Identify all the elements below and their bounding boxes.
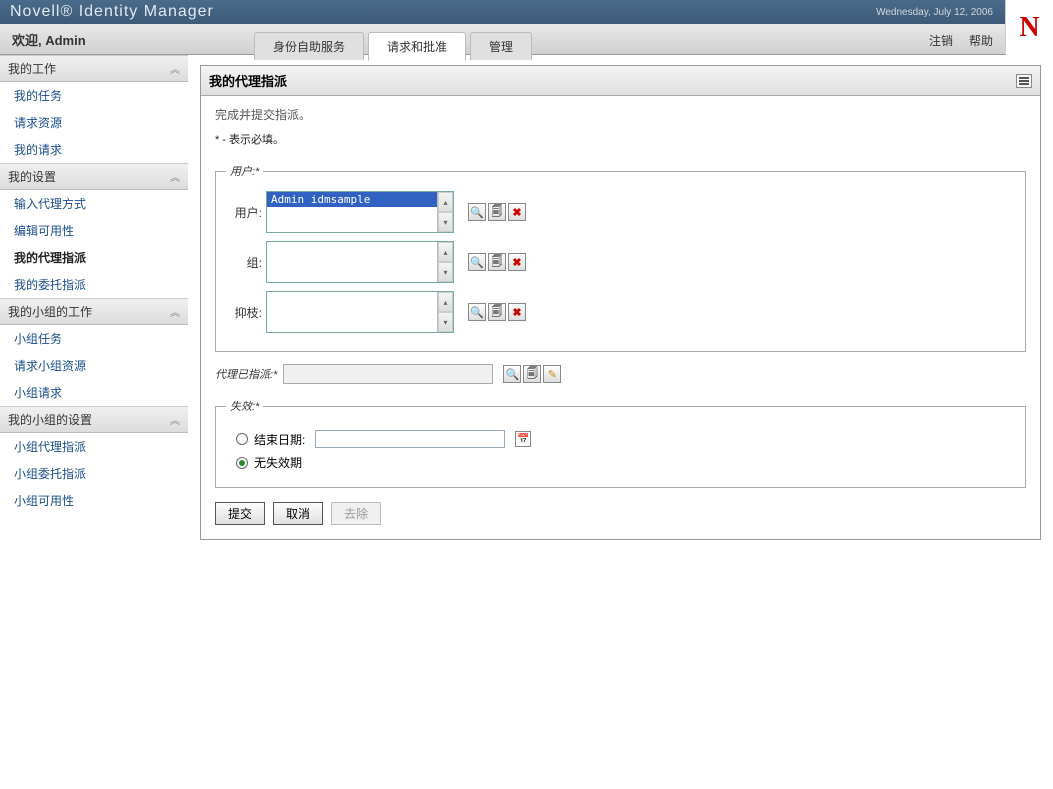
remove-button[interactable]: 去除 bbox=[331, 502, 381, 525]
sidebar-section-label: 我的小组的设置 bbox=[8, 411, 92, 428]
welcome-bar: 欢迎, Admin 身份自助服务 请求和批准 管理 注销 帮助 bbox=[0, 24, 1053, 55]
nav-enter-proxy-mode[interactable]: 输入代理方式 bbox=[0, 190, 188, 217]
cancel-button[interactable]: 取消 bbox=[273, 502, 323, 525]
nav-request-team-resource[interactable]: 请求小组资源 bbox=[0, 352, 188, 379]
calendar-icon[interactable]: 📅 bbox=[515, 431, 531, 447]
submit-button[interactable]: 提交 bbox=[215, 502, 265, 525]
history-icon[interactable]: 🗐 bbox=[488, 303, 506, 321]
nav-team-tasks[interactable]: 小组任务 bbox=[0, 325, 188, 352]
search-icon[interactable]: 🔍 bbox=[468, 303, 486, 321]
user-selected-item[interactable]: Admin idmsample bbox=[267, 192, 437, 207]
user-fieldset-legend: 用户:* bbox=[226, 163, 263, 179]
nav-team-proxy-assignments[interactable]: 小组代理指派 bbox=[0, 433, 188, 460]
scroll-up-icon[interactable]: ▴ bbox=[438, 292, 453, 312]
collapse-icon[interactable]: ︽ bbox=[170, 304, 180, 319]
tab-admin[interactable]: 管理 bbox=[470, 32, 532, 60]
sidebar-section-team-work[interactable]: 我的小组的工作 ︽ bbox=[0, 298, 188, 325]
user-label: 用户: bbox=[226, 204, 266, 221]
collapse-icon[interactable]: ︽ bbox=[170, 61, 180, 76]
tab-requests-approvals[interactable]: 请求和批准 bbox=[368, 32, 466, 61]
nav-my-tasks[interactable]: 我的任务 bbox=[0, 82, 188, 109]
search-icon[interactable]: 🔍 bbox=[468, 203, 486, 221]
no-expiry-label: 无失效期 bbox=[254, 454, 302, 471]
user-listbox[interactable]: Admin idmsample ▴ ▾ bbox=[266, 191, 454, 233]
main-panel: 我的代理指派 完成并提交指派。 * - 表示必填。 用户:* 用户: Admin… bbox=[200, 65, 1041, 540]
sidebar-section-my-settings[interactable]: 我的设置 ︽ bbox=[0, 163, 188, 190]
scroll-up-icon[interactable]: ▴ bbox=[438, 242, 453, 262]
sidebar-section-label: 我的小组的工作 bbox=[8, 303, 92, 320]
panel-title: 我的代理指派 bbox=[209, 71, 287, 90]
user-fieldset: 用户:* 用户: Admin idmsample ▴ ▾ bbox=[215, 163, 1026, 352]
app-title: Novell® Identity Manager bbox=[10, 3, 214, 21]
help-link[interactable]: 帮助 bbox=[969, 32, 993, 49]
end-date-label: 结束日期: bbox=[254, 431, 305, 448]
edit-icon[interactable]: ✎ bbox=[543, 365, 561, 383]
nav-edit-availability[interactable]: 编辑可用性 bbox=[0, 217, 188, 244]
panel-header: 我的代理指派 bbox=[201, 66, 1040, 96]
date-text: Wednesday, July 12, 2006 bbox=[876, 7, 993, 18]
end-date-radio[interactable] bbox=[236, 433, 248, 445]
tab-identity-self-service[interactable]: 身份自助服务 bbox=[254, 32, 364, 60]
search-icon[interactable]: 🔍 bbox=[503, 365, 521, 383]
nav-my-requests[interactable]: 我的请求 bbox=[0, 136, 188, 163]
history-icon[interactable]: 🗐 bbox=[523, 365, 541, 383]
group-listbox[interactable]: ▴ ▾ bbox=[266, 241, 454, 283]
nav-team-requests[interactable]: 小组请求 bbox=[0, 379, 188, 406]
nav-my-delegate-assignments[interactable]: 我的委托指派 bbox=[0, 271, 188, 298]
required-note: * - 表示必填。 bbox=[215, 131, 1026, 147]
top-bar: Novell® Identity Manager Wednesday, July… bbox=[0, 0, 1053, 24]
expiry-fieldset: 失效:* 结束日期: 📅 无失效期 bbox=[215, 398, 1026, 488]
main-tabs: 身份自助服务 请求和批准 管理 bbox=[254, 31, 536, 60]
nav-team-availability[interactable]: 小组可用性 bbox=[0, 487, 188, 514]
novell-logo: N bbox=[1005, 0, 1053, 55]
collapse-icon[interactable]: ︽ bbox=[170, 169, 180, 184]
no-expiry-radio[interactable] bbox=[236, 457, 248, 469]
nav-request-resource[interactable]: 请求资源 bbox=[0, 109, 188, 136]
delete-icon[interactable]: ✖ bbox=[508, 253, 526, 271]
welcome-text: 欢迎, Admin bbox=[0, 30, 86, 49]
scroll-down-icon[interactable]: ▾ bbox=[438, 262, 453, 282]
logout-link[interactable]: 注销 bbox=[929, 32, 953, 49]
content-area: 我的代理指派 完成并提交指派。 * - 表示必填。 用户:* 用户: Admin… bbox=[188, 55, 1053, 550]
container-listbox[interactable]: ▴ ▾ bbox=[266, 291, 454, 333]
scroll-up-icon[interactable]: ▴ bbox=[438, 192, 453, 212]
collapse-icon[interactable]: ︽ bbox=[170, 412, 180, 427]
scroll-down-icon[interactable]: ▾ bbox=[438, 312, 453, 332]
search-icon[interactable]: 🔍 bbox=[468, 253, 486, 271]
nav-team-delegate-assignments[interactable]: 小组委托指派 bbox=[0, 460, 188, 487]
panel-intro: 完成并提交指派。 bbox=[215, 106, 1026, 123]
sidebar-section-label: 我的工作 bbox=[8, 60, 56, 77]
delete-icon[interactable]: ✖ bbox=[508, 203, 526, 221]
sidebar: 我的工作 ︽ 我的任务 请求资源 我的请求 我的设置 ︽ 输入代理方式 编辑可用… bbox=[0, 55, 188, 550]
expiry-legend: 失效:* bbox=[226, 398, 263, 414]
scroll-down-icon[interactable]: ▾ bbox=[438, 212, 453, 232]
end-date-input[interactable] bbox=[315, 430, 505, 448]
delete-icon[interactable]: ✖ bbox=[508, 303, 526, 321]
top-right-links: 注销 帮助 bbox=[929, 32, 993, 49]
sidebar-section-team-settings[interactable]: 我的小组的设置 ︽ bbox=[0, 406, 188, 433]
sidebar-section-my-work[interactable]: 我的工作 ︽ bbox=[0, 55, 188, 82]
assigned-input[interactable] bbox=[283, 364, 493, 384]
assigned-label: 代理已指派:* bbox=[215, 366, 277, 382]
history-icon[interactable]: 🗐 bbox=[488, 253, 506, 271]
options-icon[interactable] bbox=[1016, 74, 1032, 88]
history-icon[interactable]: 🗐 bbox=[488, 203, 506, 221]
container-label: 抑枝: bbox=[226, 304, 266, 321]
group-label: 组: bbox=[226, 254, 266, 271]
nav-my-proxy-assignments[interactable]: 我的代理指派 bbox=[0, 244, 188, 271]
sidebar-section-label: 我的设置 bbox=[8, 168, 56, 185]
